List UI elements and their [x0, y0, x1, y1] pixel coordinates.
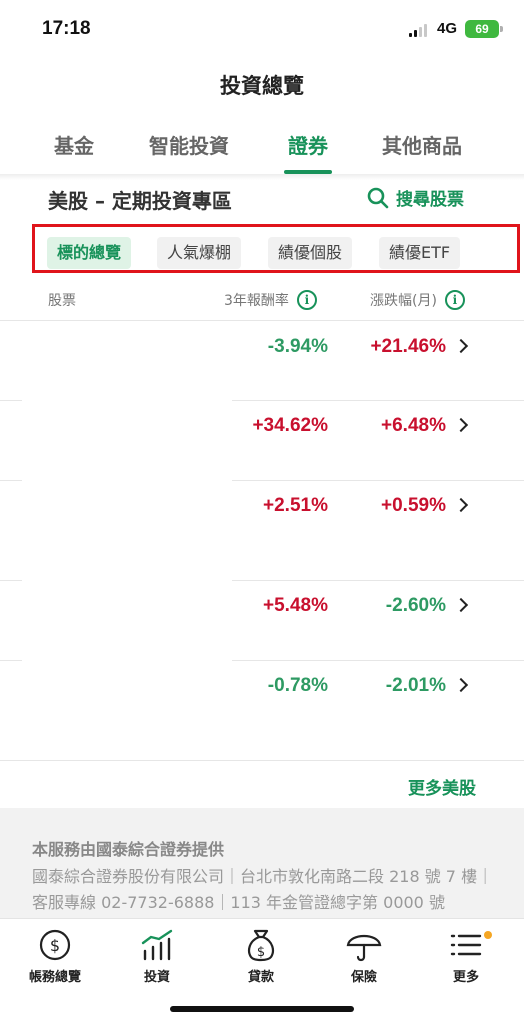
return-3y-value: -0.78%: [267, 675, 328, 696]
status-time: 17:18: [42, 18, 91, 39]
nav-account-overview[interactable]: $ 帳務總覽: [15, 927, 95, 985]
column-header-change-month: 漲跌幅(月) i: [370, 290, 465, 310]
tab-other-products[interactable]: 其他商品: [382, 130, 462, 159]
column-header-stock-label: 股票: [48, 293, 76, 309]
search-stock-label: 搜尋股票: [396, 190, 464, 210]
nav-label: 帳務總覽: [28, 970, 81, 985]
notification-dot: [484, 931, 492, 939]
change-month-value: +0.59%: [381, 495, 446, 516]
disclaimer-body: 國泰綜合證券股份有限公司｜台北市敦化南路二段 218 號 7 樓｜客服專線 02…: [32, 867, 494, 912]
change-month-value: +21.46%: [370, 336, 446, 357]
filter-chip-group: 標的總覽 人氣爆棚 績優個股 績優ETF: [32, 224, 520, 273]
nav-label: 貸款: [247, 970, 274, 985]
tabs-divider: [0, 174, 524, 180]
provider-disclaimer: 本服務由國泰綜合證券提供 國泰綜合證券股份有限公司｜台北市敦化南路二段 218 …: [0, 808, 524, 920]
row-divider: [232, 480, 524, 481]
chevron-right-icon: [453, 497, 469, 513]
network-label: 4G: [437, 20, 458, 37]
battery-cap: [500, 26, 503, 32]
row-divider: [0, 580, 22, 581]
info-icon[interactable]: i: [444, 290, 465, 310]
return-3y-value: -3.94%: [267, 336, 328, 357]
home-indicator: [170, 1006, 354, 1012]
umbrella-icon: [346, 934, 382, 962]
nav-label: 更多: [452, 970, 479, 985]
column-header-return-3y: 3年報酬率 i: [224, 290, 317, 310]
nav-insurance[interactable]: 保險: [324, 927, 404, 985]
svg-text:$: $: [50, 936, 60, 955]
search-stock-button[interactable]: 搜尋股票: [366, 185, 464, 210]
change-month-value: -2.01%: [385, 675, 446, 696]
chip-top-stocks[interactable]: 績優個股: [268, 237, 353, 269]
chip-overview[interactable]: 標的總覽: [47, 237, 132, 269]
chip-popular[interactable]: 人氣爆棚: [157, 237, 242, 269]
return-3y-value: +2.51%: [263, 495, 328, 516]
row-divider: [0, 660, 22, 661]
page-title: 投資總覽: [220, 74, 304, 98]
row-divider: [0, 480, 22, 481]
disclaimer-title: 本服務由國泰綜合證券提供: [32, 840, 225, 859]
dollar-circle-icon: $: [39, 929, 71, 961]
section-title: 美股 – 定期投資專區: [48, 189, 232, 213]
change-month-value: +6.48%: [381, 415, 446, 436]
row-divider: [232, 580, 524, 581]
nav-investment[interactable]: 投資: [117, 927, 197, 985]
tab-robo-investing[interactable]: 智能投資: [149, 130, 229, 159]
nav-more[interactable]: 更多: [426, 927, 506, 985]
money-bag-icon: $: [248, 929, 274, 962]
row-divider: [232, 660, 524, 661]
row-divider: [0, 760, 524, 761]
row-divider: [0, 400, 22, 401]
search-icon: [367, 187, 389, 208]
svg-text:$: $: [257, 945, 265, 960]
info-icon[interactable]: i: [296, 290, 317, 310]
signal-icon: [409, 24, 427, 37]
return-3y-value: +5.48%: [263, 595, 328, 616]
nav-label: 投資: [143, 970, 170, 985]
column-header-stock: 股票: [48, 290, 76, 310]
row-divider: [232, 400, 524, 401]
nav-loans[interactable]: $ 貸款: [221, 927, 301, 985]
chevron-right-icon: [453, 417, 469, 433]
menu-icon: [450, 934, 482, 956]
tab-securities[interactable]: 證券: [288, 130, 328, 159]
product-tabs: 基金 智能投資 證券 其他商品: [0, 122, 524, 174]
battery-icon: 69: [465, 20, 499, 38]
chevron-right-icon: [453, 597, 469, 613]
chip-top-etf[interactable]: 績優ETF: [379, 237, 461, 269]
status-bar: 17:18 4G 69: [0, 0, 524, 60]
chevron-right-icon: [453, 338, 469, 354]
bar-chart-icon: [141, 929, 173, 961]
return-3y-value: +34.62%: [252, 415, 328, 436]
nav-label: 保險: [350, 970, 377, 985]
more-us-stocks-link[interactable]: 更多美股: [408, 774, 476, 799]
table-header-divider: [0, 320, 524, 321]
chevron-right-icon: [453, 677, 469, 693]
tab-funds[interactable]: 基金: [54, 130, 94, 159]
column-header-return-3y-label: 3年報酬率: [224, 293, 289, 309]
change-month-value: -2.60%: [385, 595, 446, 616]
column-header-change-month-label: 漲跌幅(月): [370, 293, 437, 309]
